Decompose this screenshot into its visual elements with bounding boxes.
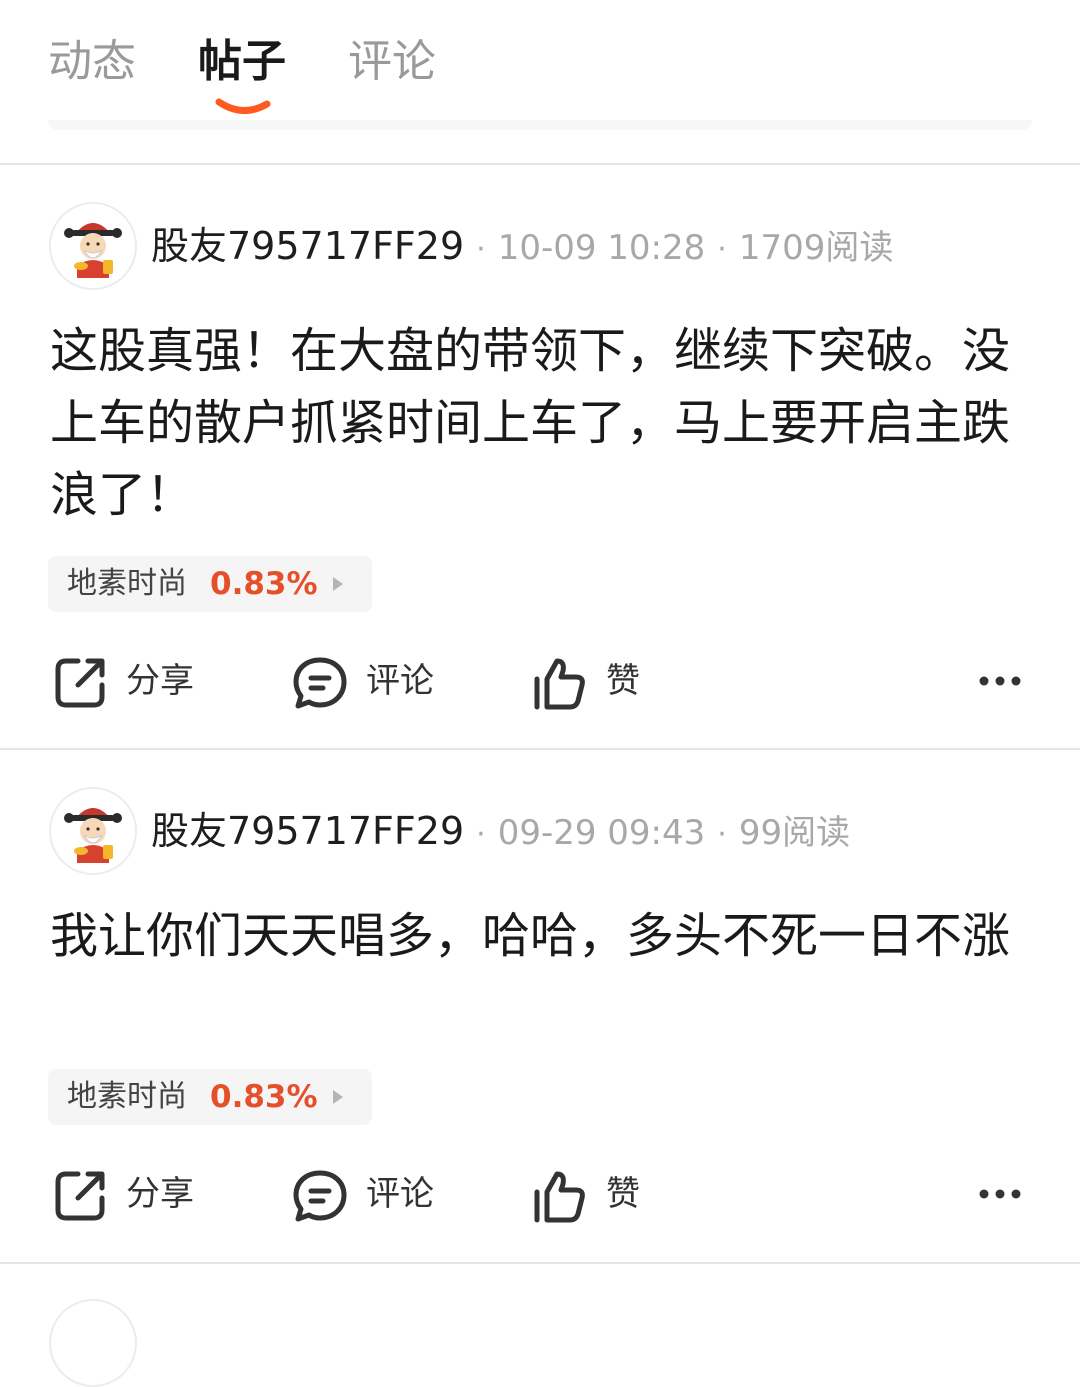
more-icon — [979, 1189, 1021, 1199]
comment-icon — [292, 1168, 348, 1224]
author-name[interactable]: 股友795717FF29 — [151, 809, 464, 853]
meta-separator: · — [717, 232, 727, 267]
more-button[interactable] — [972, 1176, 1028, 1212]
stock-change: 0.83% — [210, 1079, 318, 1115]
share-label: 分享 — [126, 1174, 194, 1214]
post-item[interactable]: 股友795717FF29 · 09-29 09:43 · 99阅读 我让你们天天唱多，哈… — [0, 750, 1080, 1262]
post-actions: 分享 评论 赞 — [0, 1154, 1080, 1234]
stock-name: 地素时尚 — [67, 566, 187, 601]
stock-change: 0.83% — [210, 566, 318, 602]
like-button[interactable]: 赞 — [532, 641, 662, 721]
read-count: 1709阅读 — [738, 228, 894, 268]
meta-separator: · — [476, 232, 486, 267]
more-icon — [979, 676, 1021, 686]
like-label: 赞 — [606, 1174, 640, 1214]
tab-bar-shadow — [48, 120, 1032, 130]
tab-tiezi[interactable]: 帖子 — [198, 32, 286, 92]
author-name[interactable]: 股友795717FF29 — [151, 224, 464, 268]
post-time: 10-09 10:28 — [497, 228, 706, 268]
more-button[interactable] — [972, 663, 1028, 699]
avatar[interactable] — [49, 787, 137, 875]
active-tab-indicator — [215, 96, 271, 116]
like-icon — [532, 655, 588, 711]
post-item[interactable]: 股友795717FF29 · 10-09 10:28 · 1709阅读 这股真强！在大盘… — [0, 165, 1080, 748]
comment-button[interactable]: 评论 — [292, 1154, 452, 1234]
avatar-icon — [51, 789, 135, 873]
share-button[interactable]: 分享 — [52, 1154, 212, 1234]
share-icon — [52, 655, 108, 711]
like-icon — [532, 1168, 588, 1224]
post-meta: 股友795717FF29 · 10-09 10:28 · 1709阅读 — [151, 219, 893, 273]
avatar[interactable] — [49, 1299, 137, 1387]
tab-bar: 动态 帖子 评论 — [0, 0, 1080, 165]
tab-pinglun[interactable]: 评论 — [348, 32, 436, 92]
stock-tag[interactable]: 地素时尚 0.83% — [48, 556, 372, 612]
meta-separator: · — [717, 817, 727, 852]
chevron-right-icon — [333, 1090, 343, 1104]
divider — [0, 1262, 1080, 1264]
comment-label: 评论 — [366, 1174, 434, 1214]
chevron-right-icon — [333, 577, 343, 591]
comment-label: 评论 — [366, 661, 434, 701]
read-count: 99阅读 — [738, 813, 851, 853]
stock-name: 地素时尚 — [67, 1079, 187, 1114]
share-label: 分享 — [126, 661, 194, 701]
avatar-icon — [51, 204, 135, 288]
tab-dongtai[interactable]: 动态 — [48, 32, 136, 92]
share-icon — [52, 1168, 108, 1224]
stock-tag[interactable]: 地素时尚 0.83% — [48, 1069, 372, 1125]
post-actions: 分享 评论 赞 — [0, 641, 1080, 721]
comment-icon — [292, 655, 348, 711]
post-time: 09-29 09:43 — [497, 813, 706, 853]
share-button[interactable]: 分享 — [52, 641, 212, 721]
meta-separator: · — [476, 817, 486, 852]
post-content[interactable]: 这股真强！在大盘的带领下，继续下突破。没上车的散户抓紧时间上车了，马上要开启主跌… — [50, 315, 1035, 531]
like-button[interactable]: 赞 — [532, 1154, 662, 1234]
avatar[interactable] — [49, 202, 137, 290]
like-label: 赞 — [606, 661, 640, 701]
post-meta: 股友795717FF29 · 09-29 09:43 · 99阅读 — [151, 804, 850, 858]
post-content[interactable]: 我让你们天天唱多，哈哈，多头不死一日不涨 — [50, 900, 1035, 972]
comment-button[interactable]: 评论 — [292, 641, 452, 721]
